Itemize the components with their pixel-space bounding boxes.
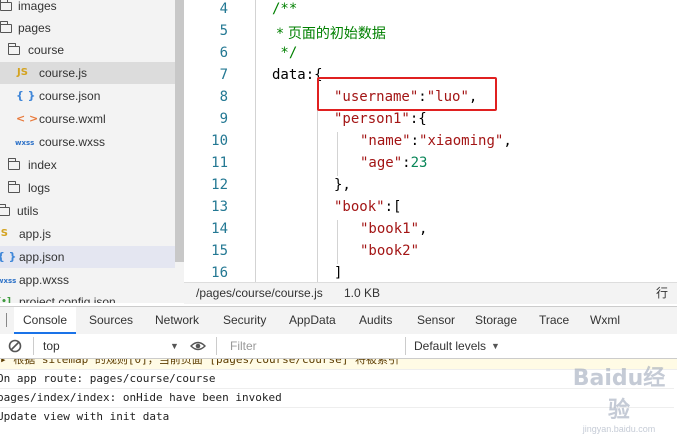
tab-storage[interactable]: Storage (475, 307, 517, 334)
js-icon: JS (17, 67, 28, 78)
tree-item-index[interactable]: index (0, 154, 175, 176)
highlight-box (317, 77, 497, 111)
file-tree: images pages course JS course.js { } cou… (0, 0, 184, 303)
code-line-15: "book2" (360, 243, 420, 259)
tree-item-utils[interactable]: utils (0, 200, 175, 222)
tree-item-project-config[interactable]: [•] project.config.json (0, 291, 175, 303)
line-number: 4 (219, 1, 228, 17)
tree-item-app-js[interactable]: JS app.js (0, 223, 175, 245)
code-line-11: "age":23 (360, 155, 428, 171)
chevron-down-icon[interactable]: ▼ (491, 338, 500, 354)
tree-item-course-json[interactable]: { } course.json (0, 85, 175, 107)
folder-icon (8, 43, 20, 55)
log-levels-dropdown[interactable]: Default levels (414, 338, 486, 354)
wxss-icon: wxss (0, 277, 17, 285)
code-line-12: }, (334, 177, 351, 193)
panel-handle-icon[interactable] (0, 313, 7, 327)
wxss-icon: wxss (15, 139, 35, 147)
folder-icon (8, 181, 20, 193)
context-selector[interactable]: top (43, 338, 60, 354)
code-line-14: "book1", (360, 221, 428, 237)
line-number: 15 (211, 243, 228, 259)
line-number: 9 (219, 111, 228, 127)
indent-guide (255, 0, 256, 282)
code-line-16: ] (334, 265, 343, 281)
tree-item-images[interactable]: images (0, 0, 175, 17)
code-line-9: "person1":{ (334, 111, 427, 127)
devtools-tabbar: Console Sources Network Security AppData… (0, 306, 677, 335)
code-line-4: /** (272, 1, 298, 17)
indent-guide (317, 88, 318, 282)
tree-item-logs[interactable]: logs (0, 177, 175, 199)
clear-console-icon[interactable] (8, 339, 22, 353)
js-icon: JS (0, 228, 8, 239)
tab-sensor[interactable]: Sensor (417, 307, 455, 334)
tab-console[interactable]: Console (14, 307, 76, 334)
tree-item-app-json[interactable]: { } app.json (0, 246, 175, 268)
tab-sources[interactable]: Sources (89, 307, 133, 334)
code-line-6: */ (272, 45, 298, 61)
line-number: 5 (219, 23, 228, 39)
indent-guide (337, 132, 338, 176)
tree-item-pages[interactable]: pages (0, 17, 175, 39)
file-path: /pages/course/course.js (196, 286, 323, 300)
filter-input[interactable]: Filter (230, 338, 257, 354)
tree-item-course-js[interactable]: JS course.js (0, 62, 175, 84)
line-number: 14 (211, 221, 228, 237)
tree-item-course-wxml[interactable]: < > course.wxml (0, 108, 175, 130)
line-number: 16 (211, 265, 228, 281)
status-bar: /pages/course/course.js 1.0 KB 行 1 (184, 282, 677, 320)
line-number: 10 (211, 133, 228, 149)
tab-network[interactable]: Network (155, 307, 199, 334)
tab-trace[interactable]: Trace (539, 307, 569, 334)
eye-icon[interactable] (190, 340, 206, 352)
tree-item-course-folder[interactable]: course (0, 39, 175, 61)
line-number: 7 (219, 67, 228, 83)
folder-icon (8, 158, 20, 170)
config-icon: [•] (0, 297, 11, 303)
folder-icon (0, 21, 12, 33)
code-line-5: * 页面的初始数据 (272, 26, 386, 42)
chevron-down-icon[interactable]: ▼ (170, 338, 179, 354)
line-number: 13 (211, 199, 228, 215)
line-number: 8 (219, 89, 228, 105)
tree-scrollbar[interactable] (175, 0, 184, 262)
folder-icon (0, 204, 10, 216)
file-size: 1.0 KB (344, 286, 381, 300)
json-icon: { } (0, 250, 17, 263)
json-icon: { } (16, 89, 36, 102)
tab-wxml[interactable]: Wxml (590, 307, 620, 334)
tab-appdata[interactable]: AppData (289, 307, 336, 334)
code-line-13: "book":[ (334, 199, 402, 215)
line-number: 6 (219, 45, 228, 61)
wxml-icon: < > (16, 112, 39, 125)
console-filter-bar: top ▼ Filter Default levels ▼ (0, 334, 677, 359)
tree-item-course-wxss[interactable]: wxss course.wxss (0, 131, 175, 153)
code-line-7: data:{ (272, 67, 323, 83)
line-number: 12 (211, 177, 228, 193)
tree-item-app-wxss[interactable]: wxss app.wxss (0, 269, 175, 291)
line-number: 11 (211, 155, 228, 171)
watermark-logo: Baidu经验 jingyan.baidu.com (572, 366, 666, 434)
indent-guide (337, 220, 338, 264)
folder-icon (0, 0, 12, 11)
tab-audits[interactable]: Audits (359, 307, 392, 334)
tab-security[interactable]: Security (223, 307, 266, 334)
code-line-10: "name":"xiaoming", (360, 133, 512, 149)
